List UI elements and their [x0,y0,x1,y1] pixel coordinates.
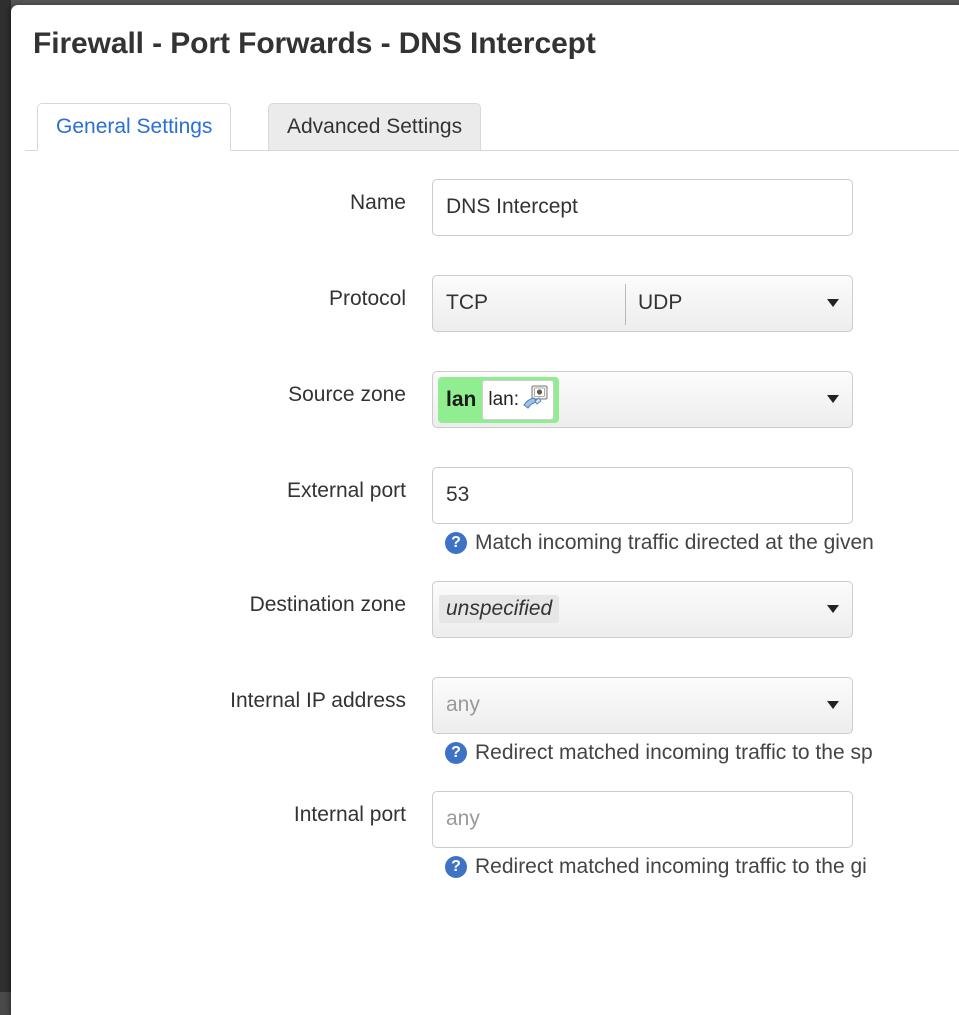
source-zone-select[interactable]: lan lan: [432,371,853,428]
chevron-down-icon[interactable] [827,605,839,613]
internal-port-placeholder: any [446,807,480,831]
label-name: Name [11,191,406,215]
name-input[interactable]: DNS Intercept [432,179,853,236]
chevron-down-icon[interactable] [827,395,839,403]
tab-general-settings[interactable]: General Settings [37,103,231,151]
destination-zone-value: unspecified [439,595,559,623]
help-icon[interactable]: ? [445,532,467,554]
ethernet-device-icon [522,385,548,415]
destination-zone-select[interactable]: unspecified [432,581,853,638]
internal-port-input[interactable]: any [432,791,853,848]
name-input-value: DNS Intercept [446,195,578,219]
help-icon[interactable]: ? [445,742,467,764]
internal-ip-help: ? Redirect matched incoming traffic to t… [445,741,873,765]
external-port-help-text: Match incoming traffic directed at the g… [475,531,874,555]
protocol-token-tcp: TCP [446,291,488,315]
form-row-protocol: Protocol TCP UDP [11,263,959,359]
external-port-value: 53 [446,483,469,507]
label-protocol: Protocol [11,287,406,311]
tab-advanced-settings[interactable]: Advanced Settings [268,103,481,151]
form-row-internal-ip: Internal IP address any ? Redirect match… [11,665,959,779]
source-zone-name: lan [446,388,476,412]
label-external-port: External port [11,479,406,503]
protocol-separator [625,284,626,325]
form-row-destination-zone: Destination zone unspecified [11,569,959,665]
source-zone-interface-label: lan: [488,389,519,411]
internal-port-help: ? Redirect matched incoming traffic to t… [445,855,867,879]
external-port-input[interactable]: 53 [432,467,853,524]
label-internal-ip-address: Internal IP address [11,689,406,713]
tab-bar: General Settings Advanced Settings [25,103,959,151]
label-internal-port: Internal port [11,803,406,827]
backdrop-streak [0,0,11,992]
protocol-select[interactable]: TCP UDP [432,275,853,332]
chevron-down-icon[interactable] [827,299,839,307]
form-row-external-port: External port 53 ? Match incoming traffi… [11,455,959,569]
internal-ip-value: any [446,693,480,717]
general-settings-form: Name DNS Intercept Protocol TCP UDP Sour… [11,167,959,893]
label-destination-zone: Destination zone [11,593,406,617]
settings-modal-panel: Firewall - Port Forwards - DNS Intercept… [11,5,959,1015]
help-icon[interactable]: ? [445,856,467,878]
protocol-token-udp: UDP [638,291,682,315]
internal-port-help-text: Redirect matched incoming traffic to the… [475,855,867,879]
external-port-help: ? Match incoming traffic directed at the… [445,531,874,555]
chevron-down-icon[interactable] [827,701,839,709]
source-zone-interface-chip: lan: [482,380,554,420]
label-source-zone: Source zone [11,383,406,407]
internal-ip-help-text: Redirect matched incoming traffic to the… [475,741,873,765]
form-row-internal-port: Internal port any ? Redirect matched inc… [11,779,959,893]
form-row-source-zone: Source zone lan lan: [11,359,959,455]
internal-ip-select[interactable]: any [432,677,853,734]
page-title: Firewall - Port Forwards - DNS Intercept [33,27,596,61]
form-row-name: Name DNS Intercept [11,167,959,263]
source-zone-badge[interactable]: lan lan: [438,377,559,423]
